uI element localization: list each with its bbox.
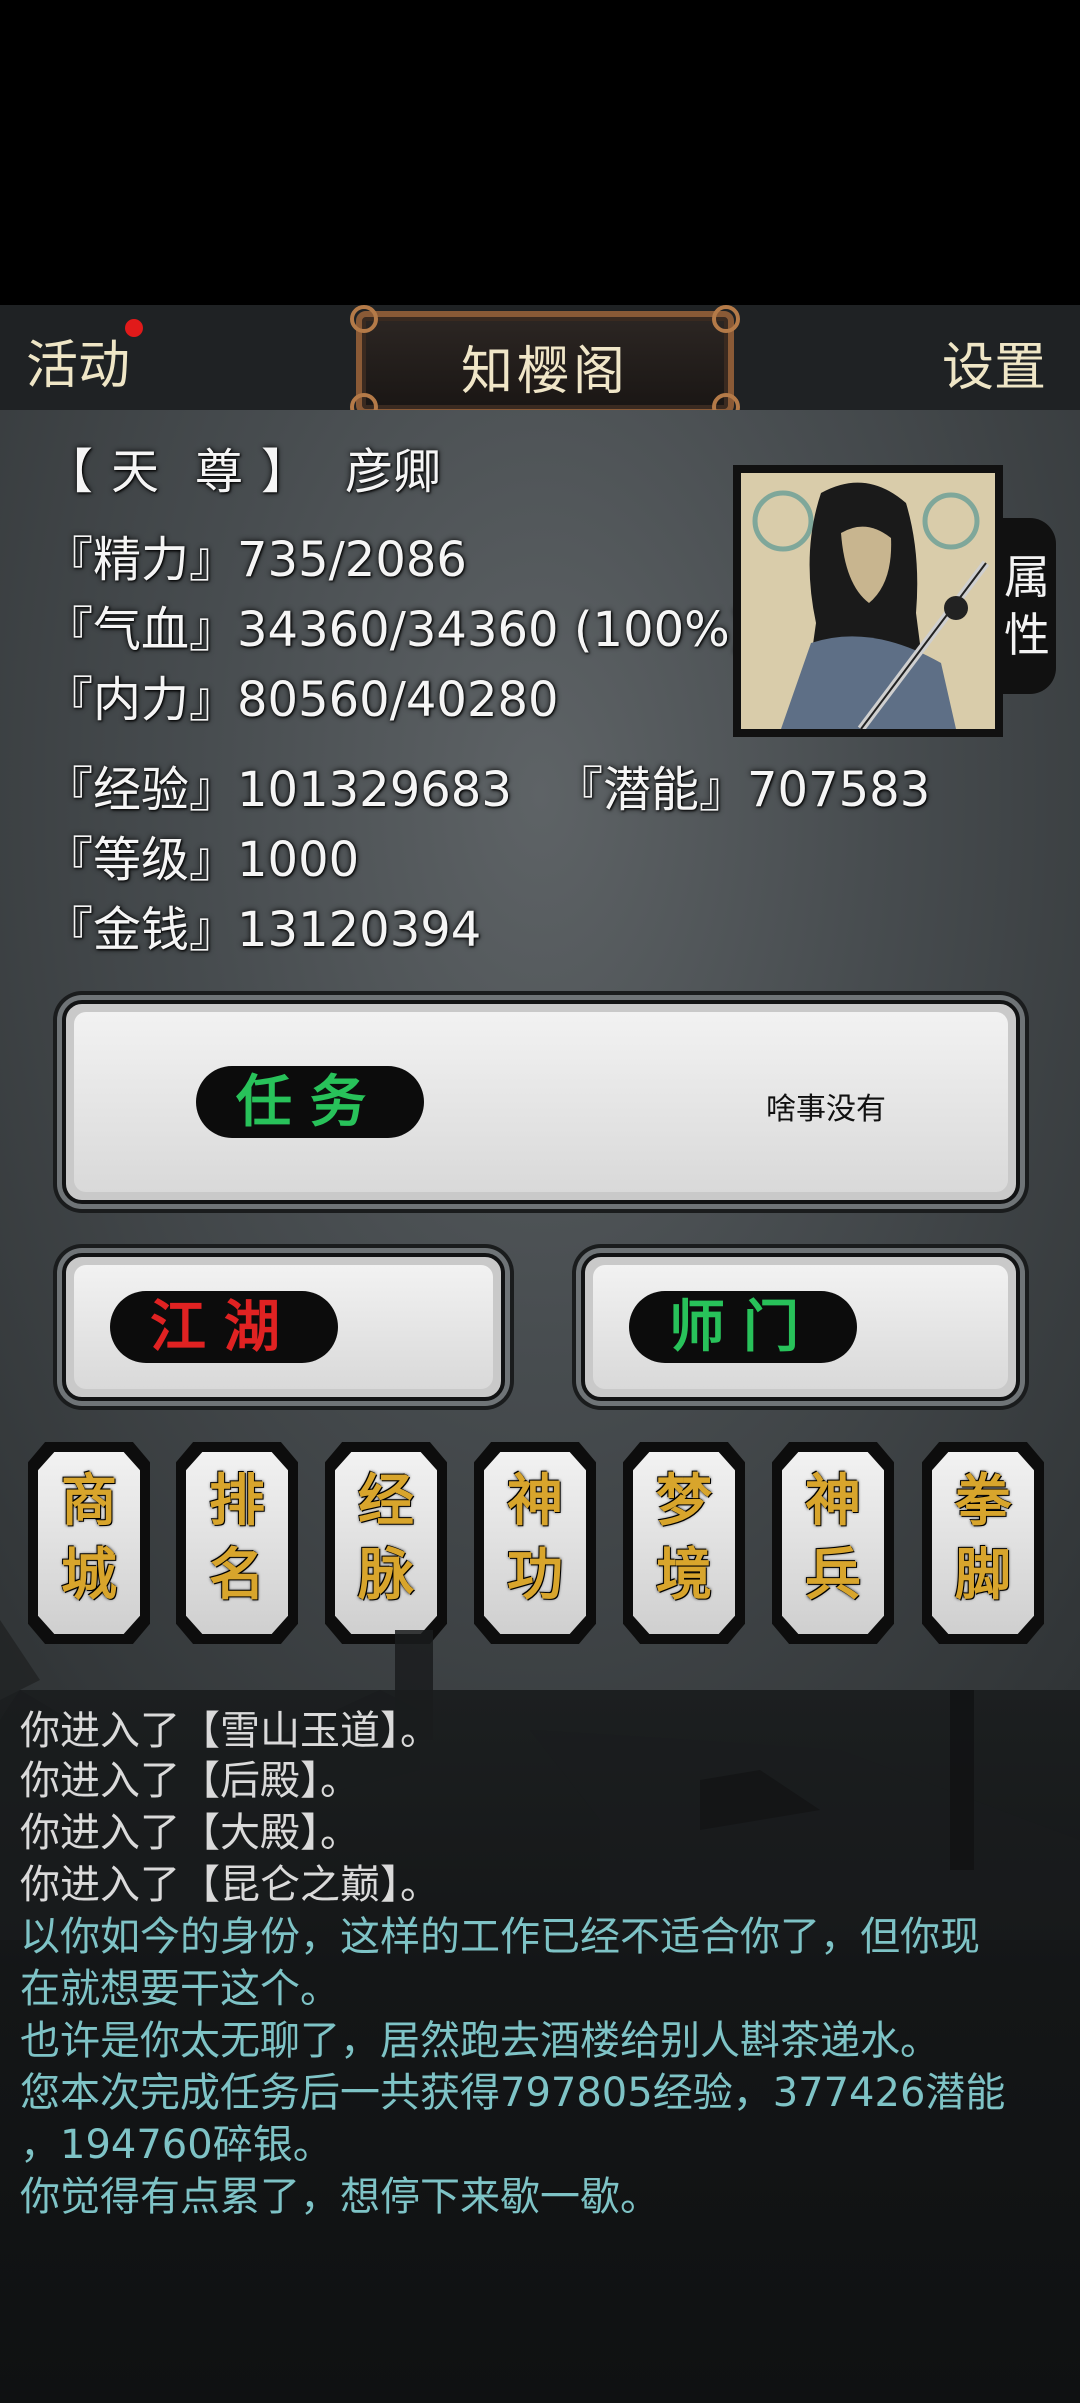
task-button[interactable]: 任务 (196, 1066, 424, 1138)
energy-stat: 『精力』735/2086 (45, 532, 467, 588)
top-blank-area (0, 0, 1080, 305)
tile-label: 拳脚 (955, 1468, 1011, 1608)
log-line: 在就想要干这个。 (20, 1966, 340, 2012)
activity-button[interactable]: 活动 (26, 323, 130, 398)
log-line: ，194760碎银。 (20, 2122, 333, 2168)
settings-button[interactable]: 设置 (942, 325, 1046, 400)
title-plaque: 知樱阁 (350, 305, 740, 421)
tile-label: 商城 (61, 1468, 117, 1608)
tile-label: 梦境 (656, 1468, 712, 1608)
shimen-button[interactable]: 师门 (629, 1291, 857, 1363)
log-line: 以你如今的身份，这样的工作已经不适合你了，但你现 (20, 1914, 980, 1960)
hp-stat: 『气血』34360/34360 (100%) (45, 602, 749, 658)
page-title: 知樱阁 (460, 342, 629, 402)
jianghu-panel[interactable]: 江湖 (62, 1253, 505, 1401)
shimen-panel[interactable]: 师门 (581, 1253, 1020, 1401)
rank-title: 【天尊】 (45, 444, 310, 500)
character-portrait[interactable] (733, 465, 1003, 737)
notification-dot-icon (125, 319, 143, 337)
log-line: 也许是你太无聊了，居然跑去酒楼给别人斟茶递水。 (20, 2018, 940, 2064)
money-stat: 『金钱』13120394 (45, 902, 482, 958)
player-name: 彦卿 (345, 444, 442, 500)
log-line: 你觉得有点累了，想停下来歇一歇。 (20, 2174, 660, 2220)
attributes-tab[interactable]: 属性 (998, 518, 1056, 694)
log-line: 你进入了【后殿】。 (20, 1758, 360, 1804)
log-line: 你进入了【昆仑之巅】。 (20, 1862, 440, 1908)
swordsman-portrait-icon (741, 473, 995, 732)
tile-label: 排名 (209, 1468, 265, 1608)
tile-label: 经脉 (358, 1468, 414, 1608)
jianghu-button[interactable]: 江湖 (110, 1291, 338, 1363)
task-status: 啥事没有 (766, 1092, 886, 1127)
level-stat: 『等级』1000 (45, 832, 360, 888)
potential-stat: 『潜能』707583 (555, 762, 931, 818)
tile-label: 神功 (507, 1468, 563, 1608)
log-line: 你进入了【大殿】。 (20, 1810, 360, 1856)
inner-power-stat: 『内力』80560/40280 (45, 672, 559, 728)
exp-stat: 『经验』101329683 (45, 762, 512, 818)
task-panel[interactable]: 任务 啥事没有 (62, 1000, 1020, 1204)
tile-label: 神兵 (805, 1468, 861, 1608)
header-bar: 活动 知樱阁 设置 (0, 305, 1080, 421)
log-line: 您本次完成任务后一共获得797805经验，377426潜能 (20, 2070, 1006, 2116)
